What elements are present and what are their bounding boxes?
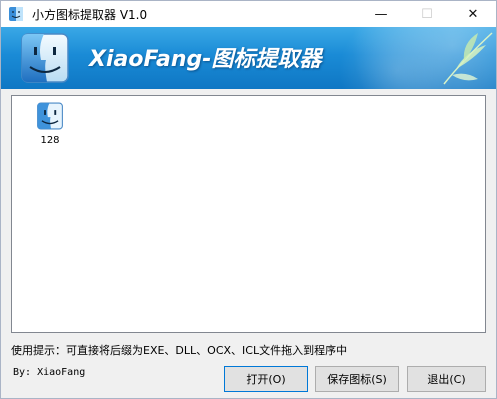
author-byline: By: XiaoFang [13,367,86,378]
window-title: 小方图标提取器 V1.0 [32,7,148,22]
app-window: 小方图标提取器 V1.0 — ☐ ✕ XiaoFang-图标提取器 128 使用… [0,0,497,399]
icon-list-view[interactable]: 128 [11,95,486,333]
app-icon [8,6,24,22]
bamboo-leaf-icon [434,29,494,87]
finder-face-icon [37,102,63,130]
icon-size-label: 128 [40,135,60,146]
save-icon-button[interactable]: 保存图标(S) [315,366,399,392]
header-banner: XiaoFang-图标提取器 [1,27,496,89]
banner-title: XiaoFang-图标提取器 [89,47,322,72]
minimize-icon: — [374,6,388,22]
minimize-button[interactable]: — [358,1,404,27]
maximize-button[interactable]: ☐ [404,1,450,27]
window-controls: — ☐ ✕ [358,1,496,27]
close-button[interactable]: ✕ [450,1,496,27]
exit-button[interactable]: 退出(C) [407,366,486,392]
close-icon: ✕ [467,6,479,22]
icon-list-item[interactable]: 128 [35,101,65,146]
title-bar: 小方图标提取器 V1.0 — ☐ ✕ [1,1,496,27]
open-button[interactable]: 打开(O) [224,366,308,392]
finder-face-icon [19,31,71,85]
maximize-icon: ☐ [421,6,433,22]
usage-hint: 使用提示：可直接将后缀为EXE、DLL、OCX、ICL文件拖入到程序中 [11,344,348,357]
